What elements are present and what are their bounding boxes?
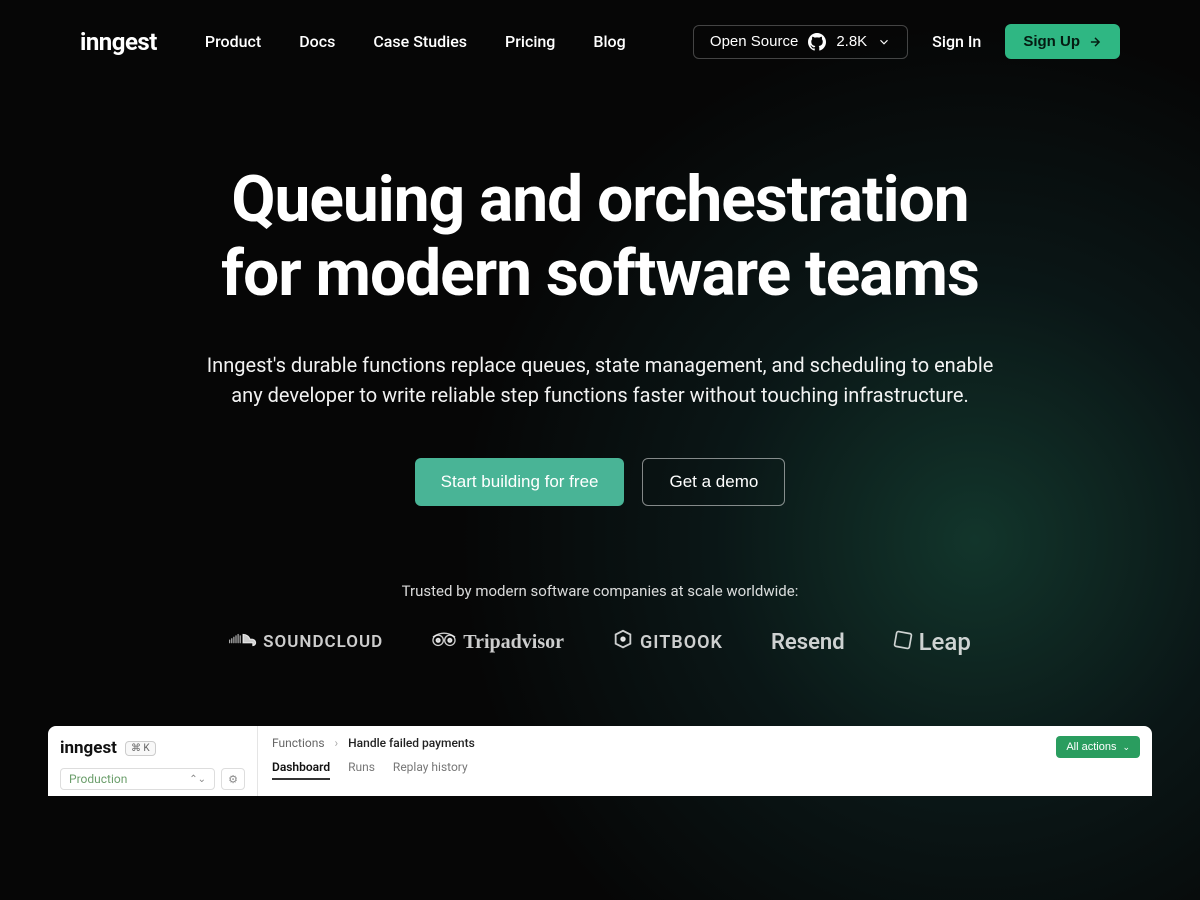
open-source-label: Open Source [710, 33, 798, 50]
sliders-icon: ⚙ [228, 773, 238, 786]
hero-title-line2: for modern software teams [221, 236, 979, 311]
breadcrumb: Functions › Handle failed payments [272, 736, 1138, 750]
tripadvisor-icon [431, 630, 457, 654]
leap-text: Leap [919, 628, 971, 656]
hero-buttons: Start building for free Get a demo [100, 458, 1100, 506]
signup-label: Sign Up [1023, 33, 1080, 50]
soundcloud-icon [229, 632, 257, 652]
tab-runs[interactable]: Runs [348, 760, 375, 780]
dashboard-tabs: Dashboard Runs Replay history [272, 760, 468, 780]
chevron-down-icon: ⌄ [1122, 742, 1130, 753]
all-actions-label: All actions [1066, 741, 1116, 753]
gitbook-icon [612, 629, 634, 656]
chevron-down-icon [877, 35, 891, 49]
tripadvisor-text: Tripadvisor [463, 631, 564, 654]
chevron-right-icon: › [335, 736, 339, 750]
hero-title: Queuing and orchestration for modern sof… [100, 163, 1100, 310]
environment-label: Production [69, 772, 127, 786]
select-chevron-icon: ⌃⌄ [189, 774, 206, 785]
settings-icon-button[interactable]: ⚙ [221, 768, 245, 790]
soundcloud-text: SOUNDCLOUD [263, 632, 383, 652]
nav-product[interactable]: Product [205, 32, 261, 51]
logo-soundcloud: SOUNDCLOUD [229, 632, 383, 652]
logo-tripadvisor: Tripadvisor [431, 630, 564, 654]
dashboard-header-row: Dashboard Runs Replay history [272, 760, 1138, 780]
company-logos: SOUNDCLOUD Tripadvisor GITBOOK Resend Le… [100, 628, 1100, 656]
logo-gitbook: GITBOOK [612, 629, 723, 656]
github-icon [808, 33, 826, 51]
logo[interactable]: inngest [80, 28, 157, 56]
logo-resend: Resend [771, 630, 845, 655]
breadcrumb-root[interactable]: Functions [272, 736, 325, 750]
github-stars: 2.8K [836, 33, 867, 50]
start-building-button[interactable]: Start building for free [415, 458, 625, 506]
environment-select[interactable]: Production ⌃⌄ [60, 768, 215, 790]
nav-pricing[interactable]: Pricing [505, 32, 555, 51]
tab-dashboard[interactable]: Dashboard [272, 760, 330, 780]
command-k-shortcut[interactable]: ⌘ K [125, 741, 156, 756]
all-actions-button[interactable]: All actions ⌄ [1056, 736, 1140, 758]
hero-subtitle: Inngest's durable functions replace queu… [200, 350, 1000, 410]
nav-docs[interactable]: Docs [299, 32, 335, 51]
dashboard-logo-row: inngest ⌘ K [60, 738, 245, 758]
resend-text: Resend [771, 630, 845, 655]
signin-link[interactable]: Sign In [932, 32, 981, 51]
header-right: Open Source 2.8K Sign In Sign Up [693, 24, 1120, 59]
open-source-button[interactable]: Open Source 2.8K [693, 25, 908, 59]
env-select-row: Production ⌃⌄ ⚙ [60, 768, 245, 790]
logo-leap: Leap [893, 628, 971, 656]
main-nav: Product Docs Case Studies Pricing Blog [205, 32, 693, 51]
nav-case-studies[interactable]: Case Studies [373, 32, 467, 51]
dashboard-logo: inngest [60, 738, 117, 758]
hero-title-line1: Queuing and orchestration [231, 162, 968, 237]
get-demo-button[interactable]: Get a demo [642, 458, 785, 506]
leap-icon [893, 628, 913, 656]
arrow-right-icon [1088, 35, 1102, 49]
hero-section: Queuing and orchestration for modern sof… [0, 83, 1200, 656]
trusted-by-text: Trusted by modern software companies at … [100, 582, 1100, 600]
main-header: inngest Product Docs Case Studies Pricin… [0, 0, 1200, 83]
gitbook-text: GITBOOK [640, 632, 723, 653]
tab-replay-history[interactable]: Replay history [393, 760, 468, 780]
nav-blog[interactable]: Blog [593, 32, 625, 51]
breadcrumb-current: Handle failed payments [348, 736, 475, 750]
signup-button[interactable]: Sign Up [1005, 24, 1120, 59]
